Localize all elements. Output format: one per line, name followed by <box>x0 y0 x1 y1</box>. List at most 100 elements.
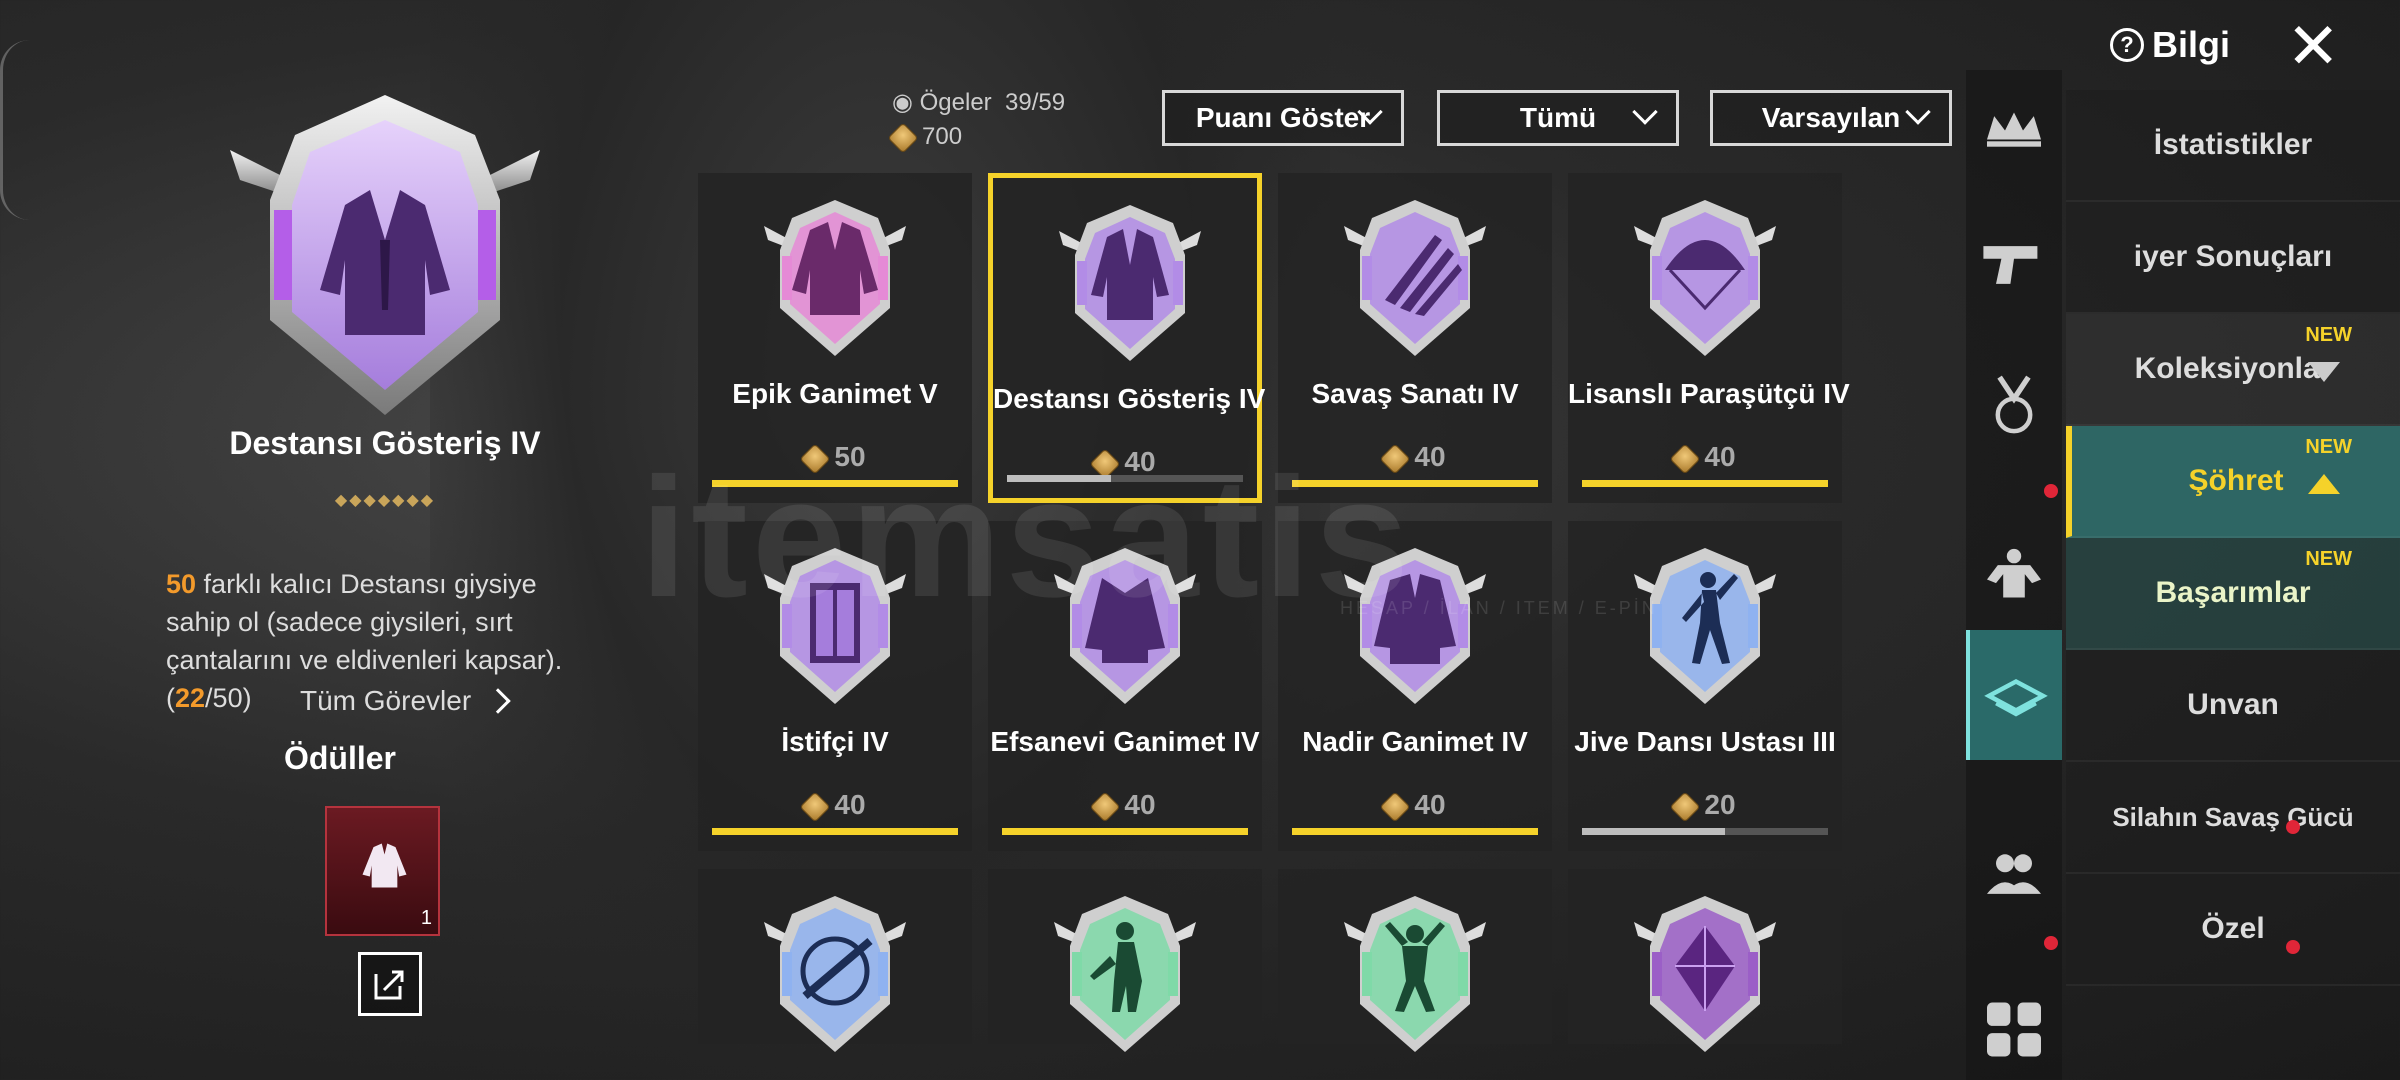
desc-suffix: /50) <box>205 683 252 713</box>
category-tab-grid[interactable] <box>1966 960 2062 1080</box>
sort-default-dropdown[interactable]: Varsayılan <box>1710 90 1952 146</box>
side-menu-item[interactable]: iyer Sonuçları <box>2066 202 2400 314</box>
achievement-card[interactable]: Jive Dansı Ustası III 20 <box>1568 521 1842 851</box>
achievement-points: 40 <box>1278 789 1552 823</box>
dropdown-label: Tümü <box>1519 102 1597 133</box>
side-menu-item[interactable]: Silahın Savaş Gücü <box>2066 762 2400 874</box>
points-coin-icon <box>1669 443 1701 475</box>
progress-fill <box>712 480 958 487</box>
achievement-points: 40 <box>698 789 972 823</box>
achievement-badge <box>1344 896 1486 1052</box>
muscle-icon <box>1987 548 2041 598</box>
watermark-sub: HESAP / İLAN / ITEM / E-PİN <box>1340 598 1658 618</box>
achievement-card[interactable] <box>1568 869 1842 1052</box>
achievement-badge <box>1054 896 1196 1052</box>
progress-fill <box>712 828 958 835</box>
desc-target: 50 <box>166 569 197 599</box>
info-label: Bilgi <box>2152 24 2230 65</box>
achievement-card[interactable] <box>698 869 972 1052</box>
points-value: 20 <box>1704 789 1736 820</box>
category-tab-friends[interactable] <box>1966 810 2062 940</box>
category-tab-muscle[interactable] <box>1966 510 2062 640</box>
side-menu-item[interactable]: Unvan <box>2066 650 2400 762</box>
achievement-points: 40 <box>988 789 1262 823</box>
achievement-progress-bar <box>1292 480 1538 487</box>
side-menu-label: İstatistikler <box>2153 128 2313 161</box>
side-menu-label: Koleksiyonlar <box>2134 352 2332 385</box>
achievement-progress-bar <box>1007 475 1243 482</box>
category-tab-crown[interactable] <box>1966 70 2062 200</box>
selected-achievement-badge <box>230 95 540 415</box>
achievement-card[interactable]: Savaş Sanatı IV 40 <box>1278 173 1552 503</box>
locker-icon <box>810 583 860 663</box>
side-menu-label: Başarımlar <box>2155 576 2311 609</box>
category-tab-achievement[interactable] <box>1966 630 2062 760</box>
desc-progress: 22 <box>175 683 206 713</box>
notification-dot <box>2044 936 2058 950</box>
points-coin-icon <box>799 443 831 475</box>
filter-all-dropdown[interactable]: Tümü <box>1437 90 1679 146</box>
collection-counts: ◉ Ögeler 39/59 700 <box>887 86 1065 154</box>
points-value: 40 <box>1414 441 1446 472</box>
achievement-name: Epik Ganimet V <box>732 378 938 409</box>
items-label: Ögeler <box>919 89 992 116</box>
achievement-badge <box>1634 548 1776 704</box>
achievement-card[interactable]: Lisanslı Paraşütçü IV 40 <box>1568 173 1850 503</box>
points-value: 40 <box>834 789 866 820</box>
achievement-progress-bar <box>712 480 958 487</box>
show-points-dropdown[interactable]: Puanı Göster <box>1162 90 1404 146</box>
points-coin-icon <box>1379 443 1411 475</box>
achievement-badge <box>764 896 906 1052</box>
dropdown-label: Puanı Göster <box>1195 102 1371 133</box>
achievement-points: 20 <box>1568 789 1842 823</box>
achievement-badge <box>764 548 906 704</box>
achievement-card[interactable]: Destansı Gösteriş IV 40 <box>988 173 1265 503</box>
new-badge: NEW <box>2305 436 2352 458</box>
achievement-name: Lisanslı Paraşütçü IV <box>1568 378 1850 409</box>
achievement-card[interactable] <box>988 869 1262 1052</box>
points-coin-icon <box>1669 791 1701 823</box>
side-menu-item[interactable]: Koleksiyonlar NEW <box>2066 314 2400 426</box>
reward-item[interactable]: 1 <box>325 806 440 936</box>
side-menu-label: Unvan <box>2187 688 2279 721</box>
points-value: 700 <box>922 123 963 150</box>
info-button[interactable]: ? Bilgi <box>2110 24 2230 66</box>
all-tasks-link[interactable]: Tüm Görevler <box>300 685 511 717</box>
progress-fill <box>1582 480 1828 487</box>
side-menu-item[interactable]: Özel <box>2066 874 2400 986</box>
pistol-icon <box>1983 246 2038 284</box>
achievement-points: 40 <box>1568 441 1842 475</box>
triangle-up-icon <box>2308 474 2340 494</box>
notification-dot <box>2286 820 2300 834</box>
medal-icon <box>1995 375 2033 434</box>
chevron-down-icon <box>1632 99 1658 125</box>
achievement-card[interactable]: Epik Ganimet V 50 <box>698 173 972 503</box>
achievement-card[interactable]: Efsanevi Ganimet IV 40 <box>988 521 1262 851</box>
side-menu-item[interactable]: İstatistikler <box>2066 90 2400 202</box>
share-icon <box>374 970 404 1000</box>
chevron-down-icon <box>1905 99 1931 125</box>
progress-fill <box>1292 828 1538 835</box>
achievement-progress-bar <box>1582 480 1828 487</box>
progress-fill <box>1007 475 1111 482</box>
side-menu-item[interactable]: Başarımlar NEW <box>2066 538 2400 650</box>
new-badge: NEW <box>2305 324 2352 346</box>
points-value: 50 <box>834 441 866 472</box>
triangle-down-icon <box>2308 362 2340 382</box>
achievement-badge <box>764 200 906 356</box>
points-coin-icon <box>1089 791 1121 823</box>
points-coin-icon <box>799 791 831 823</box>
dropdown-label: Varsayılan <box>1761 102 1901 133</box>
category-tab-pistol[interactable] <box>1966 200 2062 330</box>
achievement-card[interactable] <box>1278 869 1552 1052</box>
new-badge: NEW <box>2305 548 2352 570</box>
close-icon[interactable]: ✕ <box>2286 14 2340 78</box>
side-menu-item[interactable]: Şöhret NEW <box>2066 426 2400 538</box>
achievement-points: 40 <box>993 446 1257 480</box>
share-button[interactable] <box>358 952 422 1016</box>
achievement-progress-bar <box>712 828 958 835</box>
achievement-card[interactable]: İstifçi IV 40 <box>698 521 972 851</box>
category-tab-medal[interactable] <box>1966 340 2062 470</box>
achievement-card[interactable]: Nadir Ganimet IV 40 <box>1278 521 1552 851</box>
friends-icon <box>1987 854 2041 894</box>
